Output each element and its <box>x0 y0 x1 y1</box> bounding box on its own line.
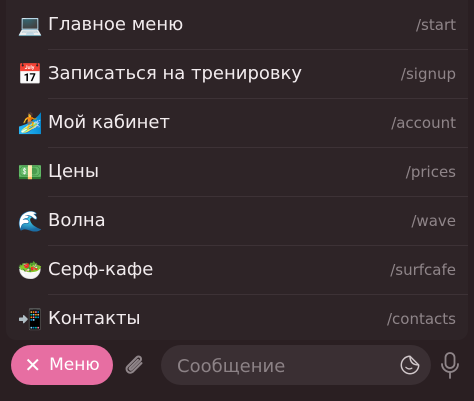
command-name: /signup <box>400 64 456 83</box>
command-label: Цены <box>48 161 100 182</box>
command-item-start[interactable]: 💻 Главное меню /start <box>6 0 468 49</box>
command-label: Серф-кафе <box>48 259 154 280</box>
close-icon: ✕ <box>24 353 42 377</box>
command-name: /contacts <box>386 309 456 328</box>
command-name: /prices <box>405 162 456 181</box>
command-item-signup[interactable]: 📅 Записаться на тренировку /signup <box>6 49 468 98</box>
command-name: /account <box>391 113 456 132</box>
microphone-icon[interactable] <box>439 351 461 381</box>
money-icon: 💵 <box>17 159 43 184</box>
calendar-icon: 📅 <box>17 61 43 86</box>
command-item-prices[interactable]: 💵 Цены /prices <box>6 147 468 196</box>
wave-icon: 🌊 <box>17 208 43 233</box>
sticker-icon[interactable] <box>399 354 421 376</box>
salad-icon: 🥗 <box>17 257 43 282</box>
bot-commands-panel: 💻 Главное меню /start 📅 Записаться на тр… <box>6 0 468 340</box>
command-label: Записаться на тренировку <box>48 63 303 84</box>
command-name: /surfcafe <box>390 260 456 279</box>
command-item-surfcafe[interactable]: 🥗 Серф-кафе /surfcafe <box>6 245 468 294</box>
message-input[interactable] <box>175 345 389 387</box>
menu-button-label: Меню <box>49 355 100 375</box>
command-label: Волна <box>48 210 106 231</box>
command-item-wave[interactable]: 🌊 Волна /wave <box>6 196 468 245</box>
surfer-icon: 🏄 <box>17 110 43 135</box>
command-item-account[interactable]: 🏄 Мой кабинет /account <box>6 98 468 147</box>
message-field[interactable] <box>161 345 431 387</box>
command-label: Мой кабинет <box>48 112 170 133</box>
command-name: /start <box>416 15 456 34</box>
command-label: Главное меню <box>48 14 184 35</box>
command-label: Контакты <box>48 308 141 329</box>
phone-arrow-icon: 📲 <box>17 306 43 331</box>
command-name: /wave <box>411 211 456 230</box>
laptop-icon: 💻 <box>17 12 43 37</box>
command-item-contacts[interactable]: 📲 Контакты /contacts <box>6 294 468 343</box>
menu-button[interactable]: ✕ Меню <box>11 345 113 385</box>
attach-icon[interactable] <box>121 352 149 380</box>
